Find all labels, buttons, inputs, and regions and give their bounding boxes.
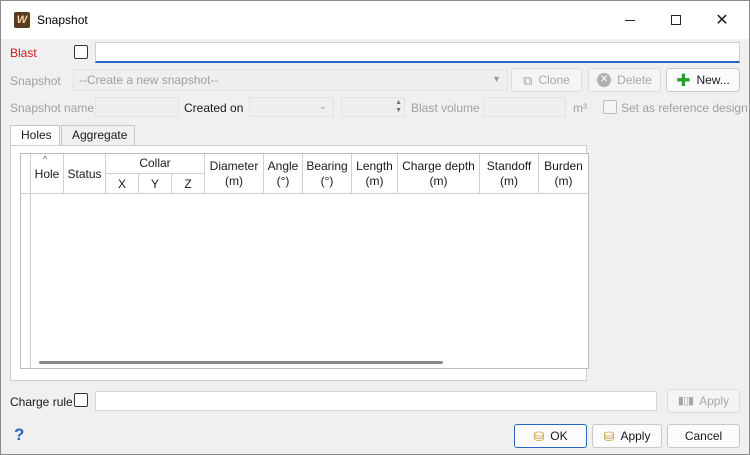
column-standoff-unit: (m) — [500, 174, 518, 188]
snapshot-app-icon: W — [14, 12, 30, 28]
snapshot-name-input[interactable] — [95, 97, 179, 117]
column-y[interactable]: Y — [139, 173, 172, 194]
column-bearing[interactable]: Bearing (°) — [303, 154, 352, 194]
clone-button[interactable]: ⧉ Clone — [511, 68, 582, 92]
blast-label: Blast — [10, 46, 37, 60]
column-bearing-label: Bearing — [306, 159, 348, 173]
column-diameter-unit: (m) — [225, 174, 243, 188]
maximize-button[interactable] — [653, 1, 699, 39]
chevron-down-icon: ▼ — [492, 74, 501, 84]
column-charge-depth-unit: (m) — [429, 174, 448, 188]
column-length-unit: (m) — [365, 174, 384, 188]
column-charge-depth-label: Charge depth — [402, 159, 475, 173]
delete-icon: ✕ — [597, 73, 612, 87]
reference-design-label: Set as reference design — [621, 101, 748, 115]
column-diameter[interactable]: Diameter (m) — [205, 154, 264, 194]
column-angle[interactable]: Angle (°) — [264, 154, 303, 194]
window-title: Snapshot — [37, 13, 88, 27]
minimize-icon — [625, 19, 635, 21]
column-charge-depth[interactable]: Charge depth (m) — [398, 154, 480, 194]
column-angle-unit: (°) — [276, 174, 290, 188]
close-button[interactable]: ✕ — [699, 1, 745, 39]
blast-checkbox[interactable] — [74, 45, 88, 59]
apply-button-label: Apply — [620, 429, 651, 443]
column-burden[interactable]: Burden (m) — [539, 154, 588, 194]
column-group-collar: Collar — [106, 154, 205, 173]
new-button[interactable]: ✚ New... — [666, 68, 740, 92]
blast-volume-label: Blast volume — [411, 101, 480, 115]
apply-charge-rule-button[interactable]: ▮▯▮ Apply — [667, 389, 740, 413]
apply-rule-icon: ▮▯▮ — [677, 394, 694, 407]
row-header-corner — [21, 154, 31, 194]
delete-button-label: Delete — [617, 73, 652, 87]
apply-button[interactable]: ⛁ Apply — [592, 424, 662, 448]
reference-design-checkbox[interactable] — [603, 100, 617, 114]
column-hole[interactable]: ^ Hole — [31, 154, 64, 194]
snapshot-dialog: W Snapshot ✕ Blast Snapshot --Create a n… — [0, 0, 750, 455]
table-header: ^ Hole Status Collar X Y Z Diameter (m) … — [21, 154, 588, 194]
title-bar: W Snapshot ✕ — [1, 1, 749, 39]
holes-tab-panel: ^ Hole Status Collar X Y Z Diameter (m) … — [10, 145, 589, 381]
charge-rule-input[interactable] — [95, 391, 657, 411]
sort-ascending-icon: ^ — [43, 154, 48, 164]
tab-aggregate[interactable]: Aggregate — [61, 125, 135, 145]
column-angle-label: Angle — [267, 159, 299, 173]
clone-icon: ⧉ — [523, 72, 533, 88]
new-button-label: New... — [696, 73, 730, 87]
scrollbar-thumb[interactable] — [39, 361, 443, 364]
plus-icon: ✚ — [676, 70, 691, 90]
holes-table: ^ Hole Status Collar X Y Z Diameter (m) … — [20, 153, 589, 369]
snapshot-name-label: Snapshot name — [10, 101, 95, 115]
column-burden-unit: (m) — [554, 174, 573, 188]
charge-rule-label: Charge rule — [10, 395, 73, 409]
blast-input[interactable] — [95, 42, 740, 63]
database-icon: ⛁ — [533, 428, 545, 444]
chevron-down-icon: ⌄ — [318, 101, 327, 112]
column-x-label: X — [117, 176, 126, 191]
snapshot-select-value: --Create a new snapshot-- — [79, 73, 219, 87]
column-z[interactable]: Z — [172, 173, 205, 194]
clone-button-label: Clone — [538, 73, 570, 87]
snapshot-label: Snapshot — [10, 74, 61, 88]
volume-unit: m³ — [573, 101, 587, 115]
maximize-icon — [671, 15, 681, 25]
blast-volume-input[interactable] — [483, 97, 566, 117]
horizontal-scrollbar[interactable] — [31, 356, 588, 368]
column-length-label: Length — [356, 159, 393, 173]
apply-charge-rule-label: Apply — [699, 394, 730, 408]
ok-button[interactable]: ⛁ OK — [514, 424, 587, 448]
column-y-label: Y — [150, 176, 159, 191]
created-on-date-picker[interactable]: ⌄ — [249, 97, 334, 117]
delete-button[interactable]: ✕ Delete — [588, 68, 661, 92]
column-diameter-label: Diameter — [209, 159, 259, 173]
minimize-button[interactable] — [607, 1, 653, 39]
cancel-button-label: Cancel — [684, 429, 723, 443]
close-icon: ✕ — [715, 12, 729, 29]
database-icon: ⛁ — [603, 428, 615, 444]
column-bearing-unit: (°) — [320, 174, 334, 188]
cancel-button[interactable]: Cancel — [667, 424, 740, 448]
column-status-label: Status — [67, 166, 102, 181]
column-collar-label: Collar — [139, 156, 171, 170]
column-status[interactable]: Status — [64, 154, 106, 194]
tab-holes[interactable]: Holes — [10, 125, 60, 146]
created-on-time-spinner[interactable]: ▲ ▼ — [341, 97, 405, 117]
charge-rule-checkbox[interactable] — [74, 393, 88, 407]
tab-holes-label: Holes — [21, 128, 52, 142]
ok-button-label: OK — [550, 429, 568, 443]
column-standoff[interactable]: Standoff (m) — [480, 154, 539, 194]
help-icon[interactable]: ? — [14, 425, 24, 445]
column-standoff-label: Standoff — [486, 159, 532, 173]
column-z-label: Z — [184, 176, 192, 191]
row-header-column — [21, 194, 31, 368]
column-burden-label: Burden — [544, 159, 583, 173]
column-x[interactable]: X — [106, 173, 139, 194]
column-hole-label: Hole — [34, 166, 60, 181]
column-length[interactable]: Length (m) — [352, 154, 398, 194]
snapshot-select[interactable]: --Create a new snapshot-- ▼ — [73, 69, 508, 91]
tab-aggregate-label: Aggregate — [72, 128, 128, 142]
spinner-arrows-icon: ▲ ▼ — [395, 99, 402, 114]
created-on-label: Created on — [184, 101, 244, 115]
